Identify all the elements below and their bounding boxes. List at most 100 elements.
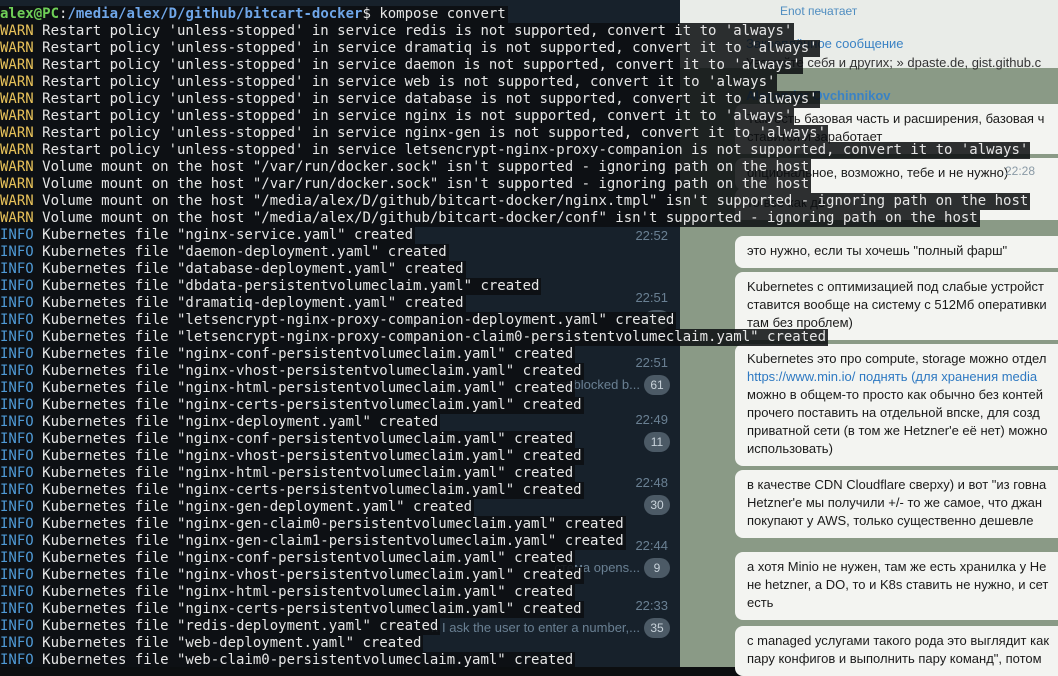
terminal-log-line: INFO Kubernetes file "letsencrypt-nginx-… bbox=[0, 329, 829, 346]
log-level-label: INFO bbox=[0, 261, 34, 277]
log-level-label: WARN bbox=[0, 91, 34, 107]
terminal-log-line: INFO Kubernetes file "web-deployment.yam… bbox=[0, 635, 424, 652]
log-message-text: Kubernetes file "daemon-deployment.yaml"… bbox=[33, 244, 447, 260]
terminal-log-line: INFO Kubernetes file "nginx-gen-claim0-p… bbox=[0, 516, 626, 533]
terminal-log-line: WARN Restart policy 'unless-stopped' in … bbox=[0, 23, 795, 40]
log-message-text: Kubernetes file "nginx-conf-persistentvo… bbox=[33, 431, 574, 447]
log-level-label: WARN bbox=[0, 23, 34, 39]
log-message-text: Restart policy 'unless-stopped' in servi… bbox=[33, 40, 818, 56]
log-message-text: Restart policy 'unless-stopped' in servi… bbox=[33, 57, 801, 73]
terminal-log-line: WARN Restart policy 'unless-stopped' in … bbox=[0, 57, 803, 74]
terminal-log-line: WARN Volume mount on the host "/var/run/… bbox=[0, 159, 812, 176]
log-level-label: INFO bbox=[0, 278, 34, 294]
log-message-text: Kubernetes file "nginx-certs-persistentv… bbox=[33, 601, 582, 617]
terminal-log-line: WARN Restart policy 'unless-stopped' in … bbox=[0, 125, 829, 142]
terminal-log-line: INFO Kubernetes file "web-claim0-persist… bbox=[0, 652, 576, 669]
log-level-label: WARN bbox=[0, 74, 34, 90]
log-message-text: Kubernetes file "nginx-conf-persistentvo… bbox=[33, 346, 574, 362]
log-level-label: INFO bbox=[0, 227, 34, 243]
log-message-text: Kubernetes file "nginx-gen-claim1-persis… bbox=[33, 533, 624, 549]
log-level-label: INFO bbox=[0, 448, 34, 464]
terminal-log-line: INFO Kubernetes file "nginx-deployment.y… bbox=[0, 414, 441, 431]
log-message-text: Kubernetes file "nginx-vhost-persistentv… bbox=[33, 363, 582, 379]
log-level-label: INFO bbox=[0, 363, 34, 379]
log-message-text: Restart policy 'unless-stopped' in servi… bbox=[33, 142, 1029, 158]
terminal-log-line: INFO Kubernetes file "nginx-certs-persis… bbox=[0, 601, 584, 618]
terminal-log-line: INFO Kubernetes file "nginx-vhost-persis… bbox=[0, 567, 584, 584]
log-message-text: Kubernetes file "nginx-vhost-persistentv… bbox=[33, 567, 582, 583]
terminal-window[interactable]: alex@PC:/media/alex/D/github/bitcart-doc… bbox=[0, 0, 1058, 669]
terminal-log-line: INFO Kubernetes file "nginx-conf-persist… bbox=[0, 431, 576, 448]
terminal-log-line: INFO Kubernetes file "letsencrypt-nginx-… bbox=[0, 312, 677, 329]
terminal-log-line: INFO Kubernetes file "dbdata-persistentv… bbox=[0, 278, 542, 295]
terminal-log-line: INFO Kubernetes file "nginx-vhost-persis… bbox=[0, 448, 584, 465]
log-message-text: Restart policy 'unless-stopped' in servi… bbox=[33, 23, 793, 39]
terminal-log-line: INFO Kubernetes file "database-deploymen… bbox=[0, 261, 466, 278]
log-level-label: INFO bbox=[0, 533, 34, 549]
prompt-command: kompose convert bbox=[379, 6, 506, 22]
log-level-label: WARN bbox=[0, 142, 34, 158]
log-level-label: INFO bbox=[0, 584, 34, 600]
log-level-label: WARN bbox=[0, 40, 34, 56]
terminal-log-line: INFO Kubernetes file "nginx-gen-claim1-p… bbox=[0, 533, 626, 550]
log-level-label: WARN bbox=[0, 108, 34, 124]
log-message-text: Volume mount on the host "/media/alex/D/… bbox=[33, 210, 978, 226]
terminal-log-line: WARN Restart policy 'unless-stopped' in … bbox=[0, 74, 778, 91]
log-level-label: INFO bbox=[0, 550, 34, 566]
log-message-text: Volume mount on the host "/media/alex/D/… bbox=[33, 193, 1029, 209]
terminal-log-line: WARN Volume mount on the host "/var/run/… bbox=[0, 176, 812, 193]
log-level-label: INFO bbox=[0, 567, 34, 583]
terminal-log-line: INFO Kubernetes file "nginx-certs-persis… bbox=[0, 397, 584, 414]
terminal-log-line: INFO Kubernetes file "nginx-conf-persist… bbox=[0, 346, 576, 363]
terminal-log-line: INFO Kubernetes file "nginx-conf-persist… bbox=[0, 550, 576, 567]
log-message-text: Kubernetes file "nginx-gen-deployment.ya… bbox=[33, 499, 473, 515]
log-level-label: INFO bbox=[0, 516, 34, 532]
log-message-text: Restart policy 'unless-stopped' in servi… bbox=[33, 91, 818, 107]
terminal-log-line: INFO Kubernetes file "daemon-deployment.… bbox=[0, 244, 449, 261]
log-message-text: Kubernetes file "nginx-html-persistentvo… bbox=[33, 465, 574, 481]
terminal-log-line: INFO Kubernetes file "nginx-service.yaml… bbox=[0, 227, 416, 244]
terminal-log-line: INFO Kubernetes file "redis-deployment.y… bbox=[0, 618, 441, 635]
log-message-text: Kubernetes file "letsencrypt-nginx-proxy… bbox=[33, 312, 675, 328]
log-message-text: Volume mount on the host "/var/run/docke… bbox=[33, 159, 810, 175]
terminal-prompt-line: alex@PC:/media/alex/D/github/bitcart-doc… bbox=[0, 6, 508, 23]
prompt-user-host: alex@PC bbox=[0, 6, 60, 22]
log-message-text: Kubernetes file "nginx-html-persistentvo… bbox=[33, 380, 574, 396]
log-message-text: Kubernetes file "letsencrypt-nginx-proxy… bbox=[33, 329, 827, 345]
log-level-label: INFO bbox=[0, 431, 34, 447]
log-level-label: INFO bbox=[0, 295, 34, 311]
terminal-log-line: WARN Restart policy 'unless-stopped' in … bbox=[0, 40, 820, 57]
log-level-label: WARN bbox=[0, 210, 34, 226]
log-level-label: INFO bbox=[0, 618, 34, 634]
log-message-text: Kubernetes file "dbdata-persistentvolume… bbox=[33, 278, 540, 294]
log-level-label: WARN bbox=[0, 159, 34, 175]
log-level-label: INFO bbox=[0, 414, 34, 430]
log-message-text: Kubernetes file "nginx-service.yaml" cre… bbox=[33, 227, 414, 243]
terminal-log-line: INFO Kubernetes file "nginx-gen-deployme… bbox=[0, 499, 475, 516]
log-level-label: WARN bbox=[0, 125, 34, 141]
terminal-log-line: WARN Restart policy 'unless-stopped' in … bbox=[0, 108, 795, 125]
prompt-path: /media/alex/D/github/bitcart-docker bbox=[67, 6, 363, 22]
log-message-text: Kubernetes file "web-deployment.yaml" cr… bbox=[33, 635, 422, 651]
log-message-text: Restart policy 'unless-stopped' in servi… bbox=[33, 108, 793, 124]
log-level-label: INFO bbox=[0, 244, 34, 260]
log-level-label: INFO bbox=[0, 635, 34, 651]
log-message-text: Kubernetes file "nginx-vhost-persistentv… bbox=[33, 448, 582, 464]
log-message-text: Kubernetes file "nginx-gen-claim0-persis… bbox=[33, 516, 624, 532]
log-level-label: WARN bbox=[0, 57, 34, 73]
log-level-label: INFO bbox=[0, 601, 34, 617]
log-message-text: Volume mount on the host "/var/run/docke… bbox=[33, 176, 810, 192]
log-message-text: Kubernetes file "nginx-certs-persistentv… bbox=[33, 482, 582, 498]
terminal-log-line: WARN Volume mount on the host "/media/al… bbox=[0, 210, 980, 227]
terminal-log-line: INFO Kubernetes file "nginx-html-persist… bbox=[0, 584, 576, 601]
terminal-log-line: INFO Kubernetes file "nginx-html-persist… bbox=[0, 380, 576, 397]
log-level-label: INFO bbox=[0, 652, 34, 668]
log-level-label: WARN bbox=[0, 193, 34, 209]
terminal-log-line: WARN Restart policy 'unless-stopped' in … bbox=[0, 91, 820, 108]
log-message-text: Restart policy 'unless-stopped' in servi… bbox=[33, 125, 827, 141]
log-level-label: INFO bbox=[0, 465, 34, 481]
log-message-text: Kubernetes file "nginx-deployment.yaml" … bbox=[33, 414, 439, 430]
log-level-label: INFO bbox=[0, 499, 34, 515]
terminal-log-line: INFO Kubernetes file "nginx-certs-persis… bbox=[0, 482, 584, 499]
log-message-text: Restart policy 'unless-stopped' in servi… bbox=[33, 74, 776, 90]
